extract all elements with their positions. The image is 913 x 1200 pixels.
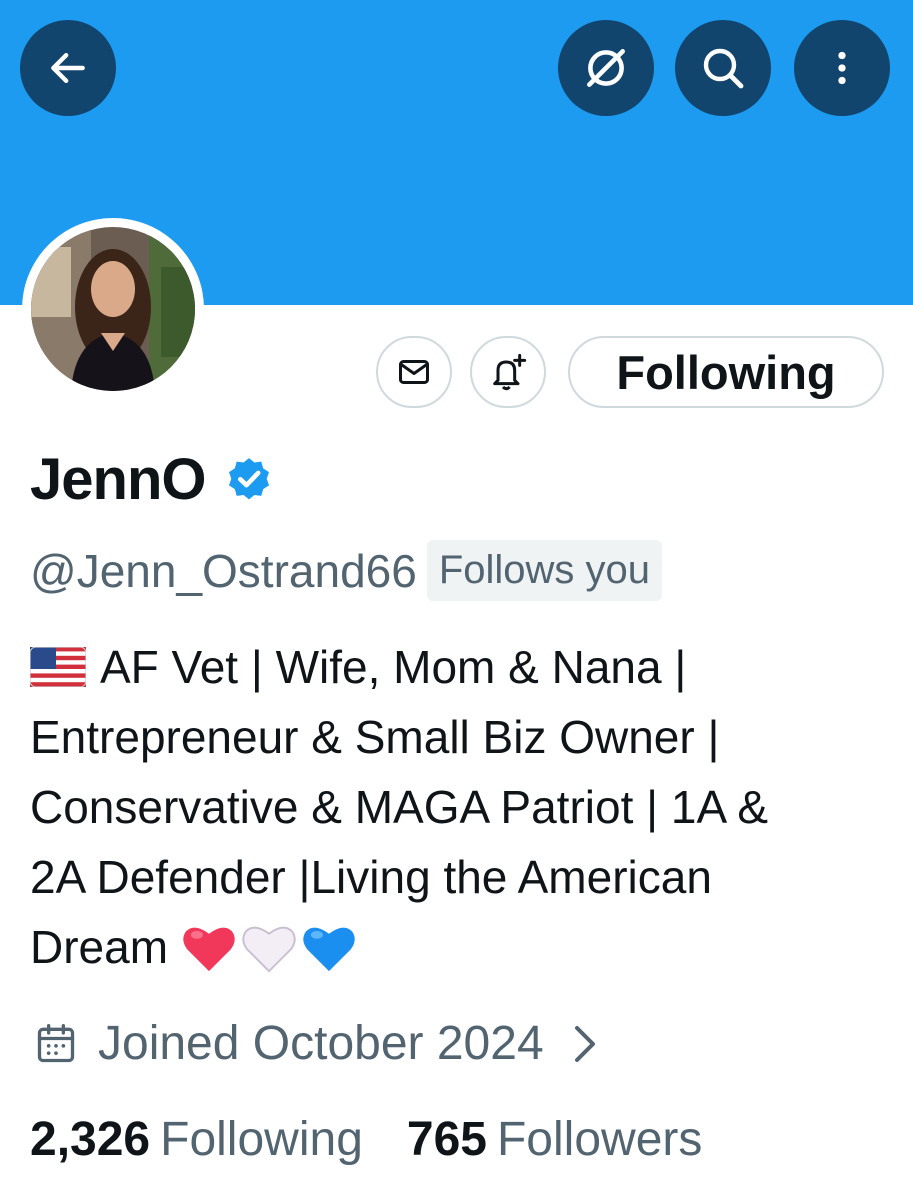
following-button[interactable]: Following bbox=[568, 336, 884, 408]
back-button[interactable] bbox=[20, 20, 116, 116]
us-flag-icon bbox=[30, 647, 86, 687]
white-heart-icon bbox=[242, 926, 296, 973]
more-vertical-icon bbox=[838, 51, 846, 85]
calendar-icon bbox=[37, 1023, 75, 1062]
bio-line-5: Dream bbox=[30, 921, 169, 973]
blue-heart-icon bbox=[303, 927, 355, 972]
bio-line-2: Entrepreneur & Small Biz Owner | bbox=[30, 711, 720, 763]
chevron-right-icon bbox=[574, 1025, 595, 1062]
hearts-emoji bbox=[180, 920, 360, 974]
more-button[interactable] bbox=[794, 20, 890, 116]
verified-badge-icon[interactable] bbox=[224, 455, 274, 505]
followers-count: 765 bbox=[406, 1113, 487, 1166]
bell-plus-icon bbox=[493, 353, 527, 391]
stats-row: 2,326 Following 765 Followers bbox=[30, 1112, 702, 1167]
avatar[interactable] bbox=[31, 227, 195, 391]
handle-row: @Jenn_Ostrand66 Follows you bbox=[30, 540, 663, 601]
bio-line-3: Conservative & MAGA Patriot | 1A & bbox=[30, 781, 769, 833]
following-count: 2,326 bbox=[30, 1113, 151, 1166]
joined-date-row[interactable]: Joined October 2024 bbox=[34, 1016, 600, 1071]
red-heart-icon bbox=[183, 927, 235, 972]
username: @Jenn_Ostrand66 bbox=[30, 544, 417, 597]
grok-button[interactable] bbox=[558, 20, 654, 116]
avatar-frame[interactable] bbox=[22, 218, 204, 400]
followers-stat[interactable]: 765 Followers bbox=[407, 1112, 702, 1167]
followers-label: Followers bbox=[496, 1113, 703, 1166]
display-name: JennO bbox=[30, 447, 206, 512]
following-stat[interactable]: 2,326 Following bbox=[30, 1112, 363, 1167]
mail-icon bbox=[399, 360, 429, 384]
search-button[interactable] bbox=[675, 20, 771, 116]
search-icon bbox=[703, 48, 744, 89]
bio-line-1: AF Vet | Wife, Mom & Nana | bbox=[100, 641, 687, 693]
follows-you-badge: Follows you bbox=[426, 540, 663, 601]
grok-icon bbox=[587, 49, 625, 87]
joined-date: Joined October 2024 bbox=[98, 1017, 544, 1070]
bio-line-4: 2A Defender |Living the American bbox=[30, 851, 712, 903]
notify-button[interactable] bbox=[470, 336, 546, 408]
message-button[interactable] bbox=[376, 336, 452, 408]
bio: AF Vet | Wife, Mom & Nana | Entrepreneur… bbox=[30, 632, 900, 982]
name-row: JennO bbox=[30, 446, 274, 513]
back-arrow-icon bbox=[51, 52, 85, 84]
following-label: Following bbox=[160, 1113, 363, 1166]
